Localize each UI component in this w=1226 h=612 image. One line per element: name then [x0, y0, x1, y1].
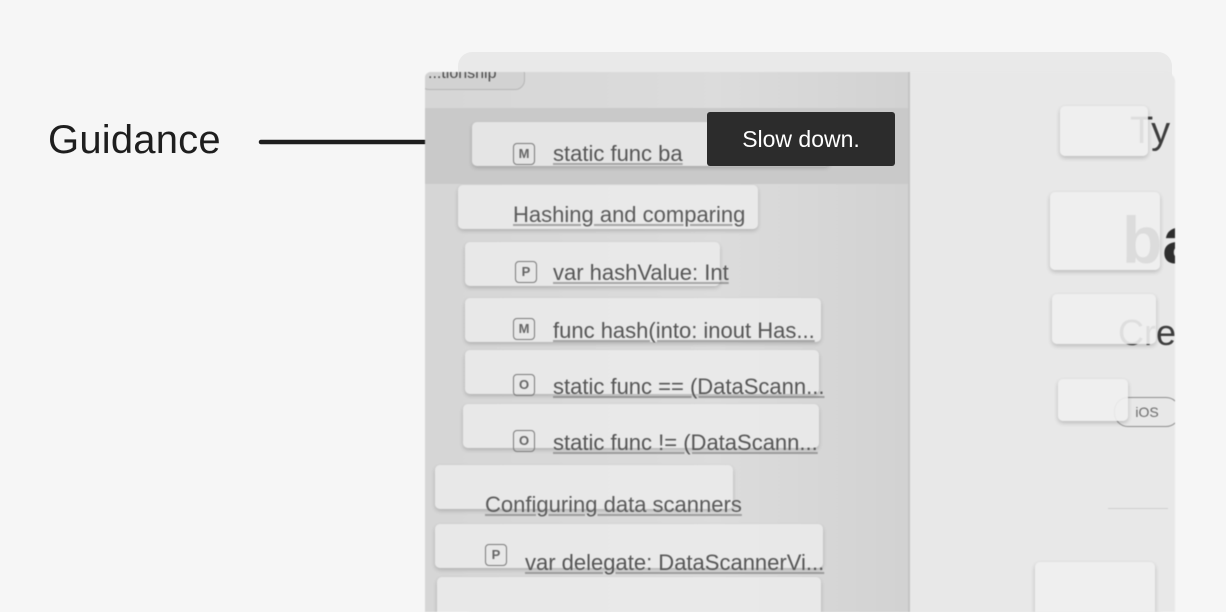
list-item[interactable]: var hashValue: Int [553, 260, 729, 286]
guidance-card-r5 [1035, 562, 1155, 612]
section-header[interactable]: Hashing and comparing [513, 202, 745, 228]
separator [1108, 508, 1168, 509]
list-item[interactable]: static func == (DataScann... [553, 374, 824, 400]
guidance-card-r2 [1050, 192, 1160, 270]
list-item[interactable]: static func != (DataScann... [553, 430, 818, 456]
annotation-label: Guidance [48, 118, 221, 162]
property-icon: P [485, 544, 507, 566]
guidance-card-r3 [1052, 294, 1156, 344]
guidance-card-8 [437, 577, 821, 612]
guidance-card-r4 [1058, 379, 1128, 421]
operator-icon: O [513, 374, 535, 396]
method-icon: M [513, 318, 535, 340]
property-icon: P [515, 261, 537, 283]
top-chip[interactable]: ...tionship [425, 72, 525, 90]
list-item[interactable]: func hash(into: inout Has... [553, 318, 815, 344]
detail-pane: Ty ba Cre iOS [910, 72, 1175, 612]
list-item[interactable]: static func ba [553, 141, 683, 167]
guidance-tooltip: Slow down. [707, 112, 895, 166]
list-item[interactable]: var delegate: DataScannerVi... [525, 550, 824, 576]
section-header[interactable]: Configuring data scanners [485, 492, 742, 518]
method-icon: M [513, 143, 535, 165]
operator-icon: O [513, 430, 535, 452]
guidance-card-r1 [1060, 106, 1148, 156]
